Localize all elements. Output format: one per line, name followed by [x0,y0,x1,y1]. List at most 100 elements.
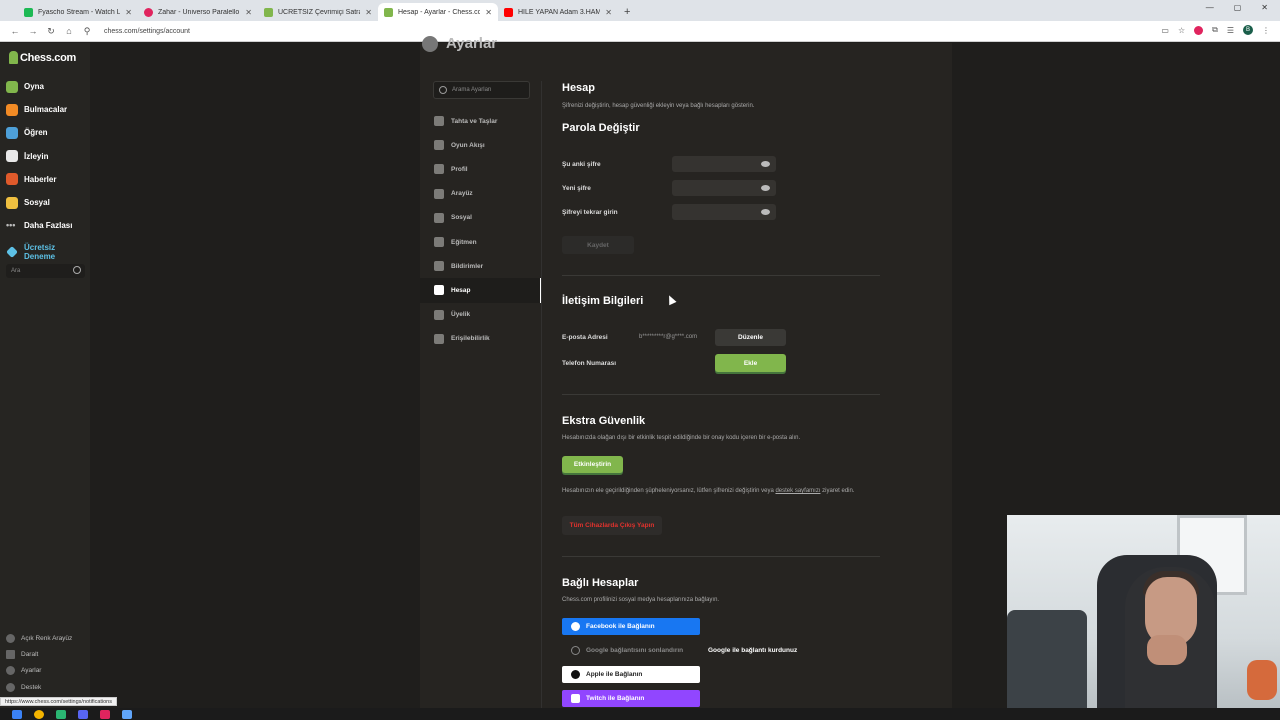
start-icon[interactable] [12,709,22,719]
support-link[interactable]: Destek [6,679,72,695]
settings-nav-membership[interactable]: Üyelik [420,303,542,327]
section-divider [562,394,880,395]
add-phone-button[interactable]: Ekle [715,354,786,372]
nav-play[interactable]: Oyna [6,75,72,98]
apple-icon [571,670,580,679]
security-description: Hesabınızda olağan dışı bir etkinlik tes… [562,435,801,441]
repeat-password-field[interactable] [672,204,776,220]
save-password-button[interactable]: Kaydet [562,236,634,254]
settings-nav-account[interactable]: Hesap [420,278,542,303]
app-icon[interactable] [56,709,66,719]
app-icon[interactable] [100,709,110,719]
browser-tab[interactable]: Fyascho Stream - Watch Live o✕ [18,3,138,21]
apple-connect-button[interactable]: Apple ile Bağlanın [562,666,700,683]
window-controls: — ▢ ✕ [1206,3,1280,12]
close-icon[interactable]: ✕ [125,8,132,17]
back-icon[interactable]: ← [6,26,24,36]
settings-nav-list: Tahta ve Taşlar Oyun Akışı Profil Arayüz… [420,109,542,351]
gear-icon [422,35,438,52]
google-disconnect-button[interactable]: Google bağlantısını sonlandırın [562,642,700,659]
browser-tab[interactable]: ÜCRETSİZ Çevrimiçi Satranç Oy✕ [258,3,378,21]
settings-nav-gameplay[interactable]: Oyun Akışı [420,133,542,157]
browser-tab[interactable]: Zahar - Universo Paralello ✕ [138,3,258,21]
edit-email-button[interactable]: Düzenle [715,329,786,346]
current-password-field[interactable] [672,156,776,172]
forward-icon[interactable]: → [24,26,42,36]
settings-nav-social[interactable]: Sosyal [420,206,542,230]
play-icon [6,80,18,93]
app-icon[interactable] [122,709,132,719]
nav-watch[interactable]: İzleyin [6,145,72,168]
os-taskbar [0,708,1280,720]
account-description: Şifrenizi değiştirin, hesap güvenliği ek… [562,103,755,109]
profile-icon [434,164,444,175]
new-tab-icon[interactable]: + [618,6,636,21]
menu-dots-icon[interactable]: ⋮ [1262,26,1270,35]
close-icon[interactable]: ✕ [485,8,492,17]
settings-nav-board[interactable]: Tahta ve Taşlar [420,109,542,133]
nav-more[interactable]: ••• Daha Fazlası [6,214,72,237]
nav-social[interactable]: Sosyal [6,191,72,214]
settings-nav-notifications[interactable]: Bildirimler [420,254,542,278]
bookmark-star-icon[interactable]: ☆ [1178,26,1185,35]
twitch-connect-button[interactable]: Twitch ile Bağlanın [562,690,700,707]
pawn-logo-icon [9,51,18,64]
gear-icon [6,666,15,676]
home-icon[interactable]: ⌂ [60,26,78,36]
nav-puzzles[interactable]: Bulmacalar [6,98,72,121]
learn-icon [6,126,18,139]
diamond-icon [6,246,18,259]
browser-tab[interactable]: HİLE YAPAN Adam 3.HAMLEDİ.✕ [498,3,618,21]
site-info-icon[interactable]: ⚲ [78,26,96,37]
social-icon [434,212,444,223]
eye-icon[interactable] [761,161,770,167]
close-icon[interactable]: ✕ [365,8,372,17]
site-search-input[interactable]: Ara [6,264,85,278]
tab-favicon-icon [384,7,393,17]
search-icon[interactable] [73,266,81,274]
settings-nav-interface[interactable]: Arayüz [420,182,542,206]
minimize-icon[interactable]: — [1206,3,1214,12]
contrast-icon [6,633,15,643]
password-section-title: Parola Değiştir [562,122,640,134]
chess-logo[interactable]: Chess.com [9,51,76,64]
google-status: Google ile bağlantı kurdunuz [708,647,798,654]
settings-nav-coach[interactable]: Eğitmen [420,230,542,254]
new-password-field[interactable] [672,180,776,196]
close-icon[interactable]: ✕ [245,8,252,17]
extensions-puzzle-icon[interactable]: ⧉ [1212,25,1218,35]
url-field[interactable]: chess.com/settings/account [104,28,190,35]
reload-icon[interactable]: ↻ [42,26,60,37]
profile-avatar[interactable]: B [1243,25,1253,35]
address-bar: ← → ↻ ⌂ ⚲ chess.com/settings/account ▭ ☆… [0,21,1280,42]
more-dots-icon: ••• [6,219,16,230]
support-page-link[interactable]: destek sayfamızı [775,488,820,494]
eye-icon[interactable] [761,185,770,191]
maximize-icon[interactable]: ▢ [1234,3,1242,12]
section-divider [562,556,880,557]
enable-security-button[interactable]: Etkinleştirin [562,456,623,473]
chrome-icon[interactable] [34,709,44,719]
nav-learn[interactable]: Öğren [6,121,72,144]
monitor-icon [434,188,444,199]
browser-tab-active[interactable]: Hesap - Ayarlar - Chess.com ✕ [378,3,498,21]
settings-search-input[interactable]: Arama Ayarları [433,81,530,99]
nav-free-trial[interactable]: Ücretsiz Deneme [6,237,72,267]
nav-news[interactable]: Haberler [6,168,72,191]
settings-nav-accessibility[interactable]: Erişilebilirlik [420,327,542,351]
collapse-button[interactable]: Daralt [6,646,72,662]
settings-link[interactable]: Ayarlar [6,663,72,679]
close-icon[interactable]: ✕ [605,8,612,17]
cast-icon[interactable]: ▭ [1161,26,1169,35]
status-bar-url: https://www.chess.com/settings/notificat… [0,697,117,706]
light-mode-toggle[interactable]: Açık Renk Arayüz [6,630,72,646]
settings-nav-profile[interactable]: Profil [420,157,542,181]
logout-all-devices-button[interactable]: Tüm Cihazlarda Çıkış Yapın [562,516,662,535]
facebook-connect-button[interactable]: Facebook ile Bağlanın [562,618,700,635]
browser-tabbar: Fyascho Stream - Watch Live o✕ Zahar - U… [0,0,1280,21]
eye-icon[interactable] [761,209,770,215]
extension-icon[interactable] [1194,25,1204,35]
close-window-icon[interactable]: ✕ [1261,3,1268,12]
reading-list-icon[interactable]: ☰ [1227,26,1234,35]
app-icon[interactable] [78,709,88,719]
